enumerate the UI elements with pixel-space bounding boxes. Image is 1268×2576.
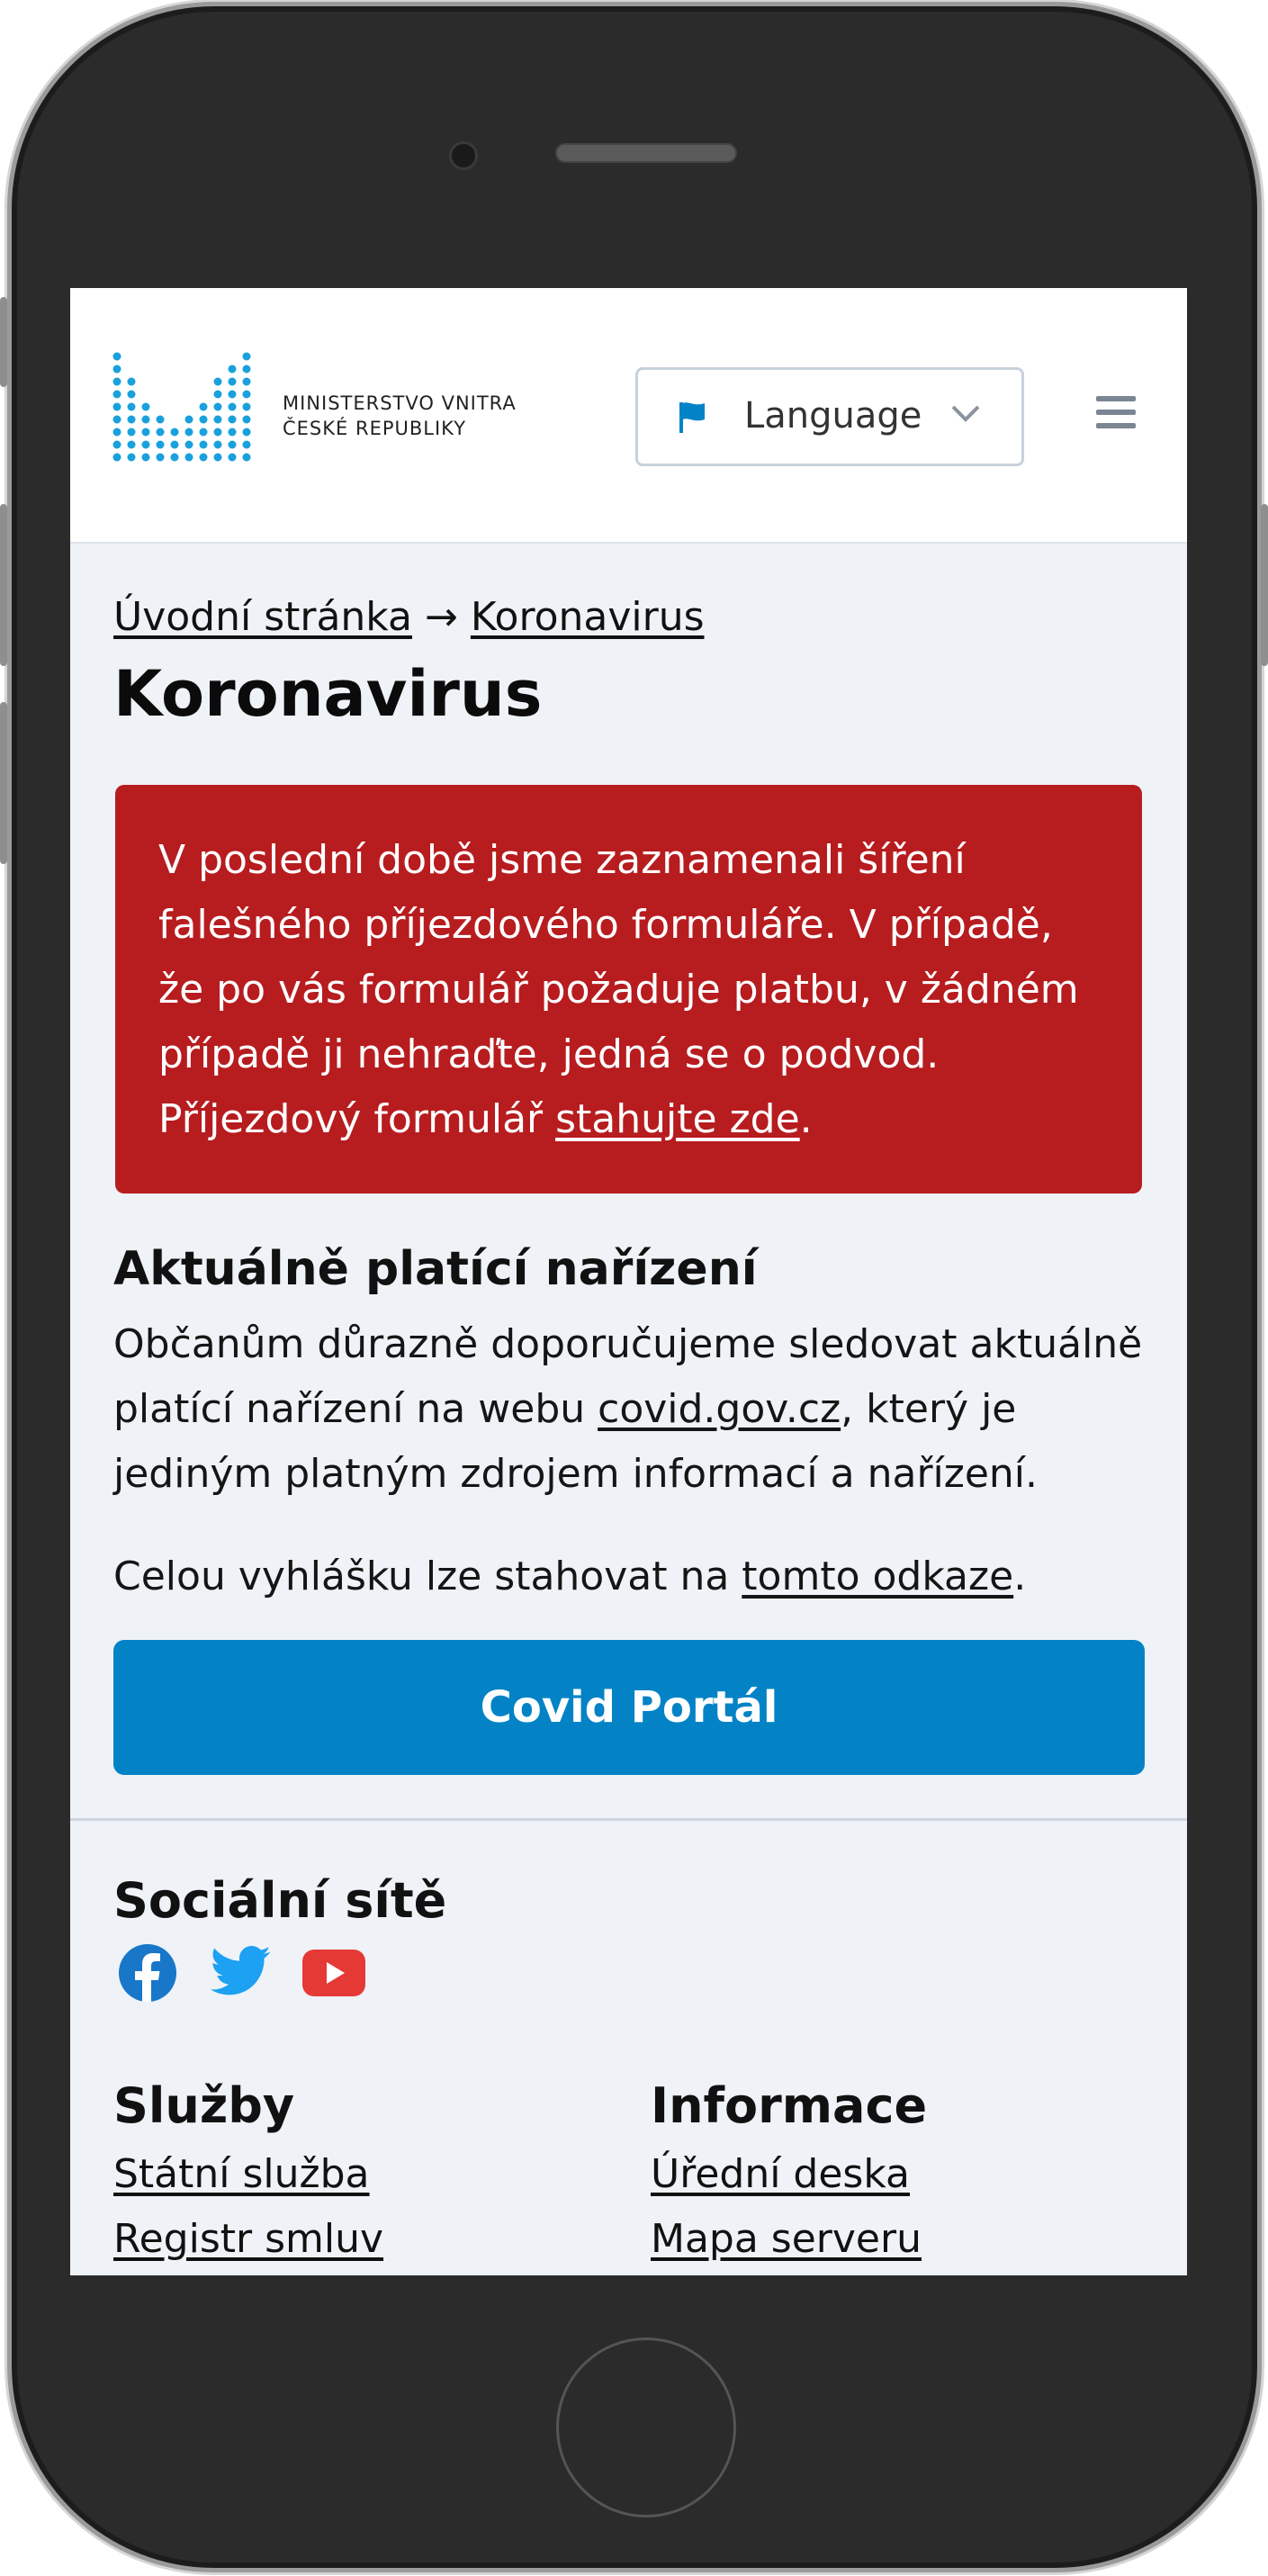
section-divider	[70, 1818, 1187, 1821]
logo-text-line2: ČESKÉ REPUBLIKY	[283, 418, 467, 439]
phone-screen: MINISTERSTVO VNITRA ČESKÉ REPUBLIKY Lang…	[70, 288, 1187, 2275]
decree-link[interactable]: tomto odkaze	[742, 1554, 1013, 1599]
regulations-heading: Aktuálně platící nařízení	[113, 1242, 758, 1296]
footer-link-official-board[interactable]: Úřední deska	[651, 2151, 910, 2197]
footer-link-sitemap[interactable]: Mapa serveru	[651, 2216, 922, 2262]
decree-text-end: .	[1013, 1554, 1027, 1599]
decree-paragraph: Celou vyhlášku lze stahovat na tomto odk…	[113, 1545, 1148, 1609]
home-button[interactable]	[556, 2337, 736, 2517]
breadcrumb: Úvodní stránka → Koronavirus	[113, 594, 705, 640]
breadcrumb-current-link[interactable]: Koronavirus	[471, 594, 705, 640]
social-heading: Sociální sítě	[113, 1872, 447, 1929]
site-header: MINISTERSTVO VNITRA ČESKÉ REPUBLIKY Lang…	[70, 288, 1187, 544]
footer-link-state-service[interactable]: Státní služba	[113, 2151, 370, 2197]
page-title: Koronavirus	[113, 657, 543, 731]
earpiece-speaker	[555, 143, 737, 163]
hamburger-menu-icon[interactable]	[1096, 396, 1136, 436]
fraud-alert-box: V poslední době jsme zaznamenali šíření …	[115, 785, 1142, 1193]
ministry-logo-mark	[112, 352, 251, 462]
decree-text: Celou vyhlášku lze stahovat na	[113, 1554, 742, 1599]
breadcrumb-home-link[interactable]: Úvodní stránka	[113, 594, 412, 640]
covid-gov-link[interactable]: covid.gov.cz	[598, 1386, 841, 1432]
logo-text-line1: MINISTERSTVO VNITRA	[283, 392, 517, 414]
twitter-icon[interactable]	[210, 1944, 272, 2002]
footer-link-contract-register[interactable]: Registr smluv	[113, 2216, 383, 2262]
language-label: Language	[744, 395, 922, 437]
alert-text-end: .	[799, 1096, 813, 1142]
mute-switch	[0, 297, 7, 387]
language-dropdown[interactable]: Language	[635, 367, 1024, 466]
ministry-logo-text: MINISTERSTVO VNITRA ČESKÉ REPUBLIKY	[283, 391, 517, 441]
covid-portal-button[interactable]: Covid Portál	[113, 1640, 1145, 1775]
information-heading: Informace	[651, 2077, 928, 2134]
alert-download-link[interactable]: stahujte zde	[555, 1096, 800, 1142]
volume-up-button	[0, 504, 7, 666]
flag-icon	[676, 401, 708, 438]
breadcrumb-separator: →	[424, 594, 458, 640]
power-button	[1261, 504, 1268, 666]
volume-down-button	[0, 702, 7, 864]
services-heading: Služby	[113, 2077, 295, 2134]
youtube-icon[interactable]	[302, 1950, 365, 2000]
facebook-icon[interactable]	[117, 1942, 178, 2007]
front-camera	[449, 141, 478, 170]
ministry-logo[interactable]	[112, 351, 265, 472]
regulations-paragraph: Občanům důrazně doporučujeme sledovat ak…	[113, 1312, 1148, 1507]
chevron-down-icon	[949, 402, 982, 428]
